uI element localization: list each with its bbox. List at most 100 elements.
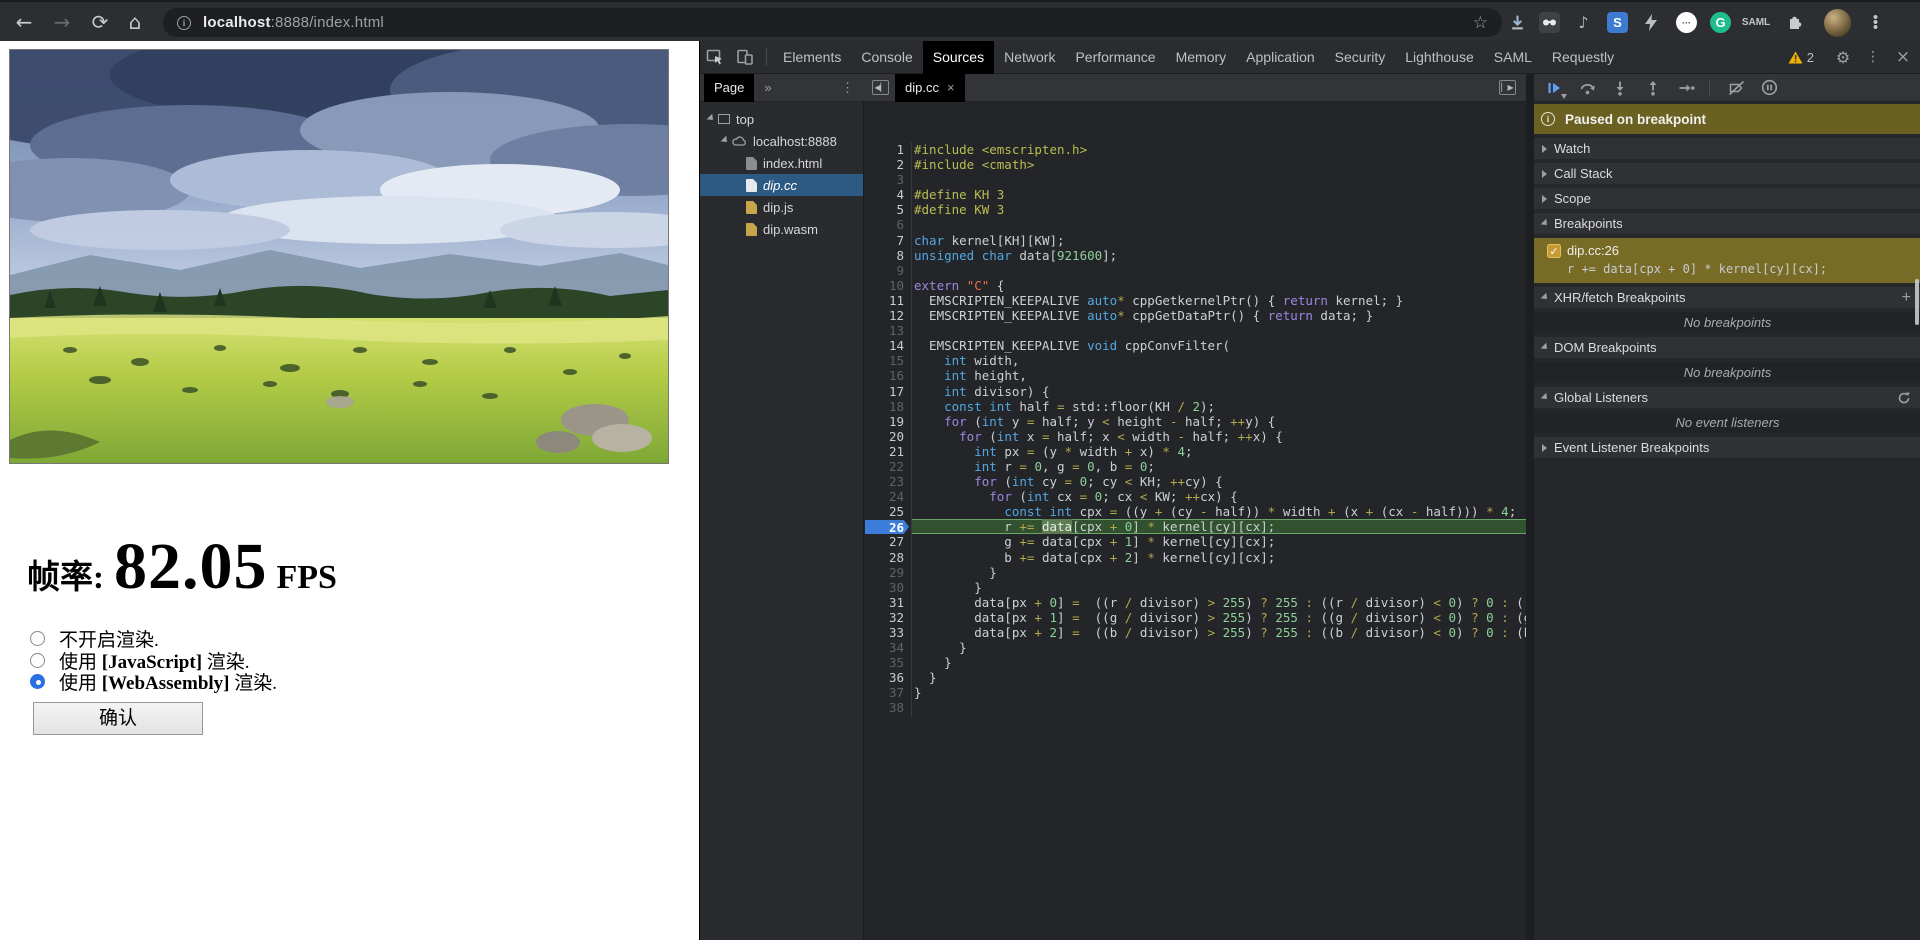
code-line[interactable]: 36 } bbox=[864, 670, 1526, 685]
code-line[interactable]: 27 g += data[cpx + 1] * kernel[cy][cx]; bbox=[864, 534, 1526, 549]
site-info-icon[interactable]: i bbox=[177, 16, 191, 30]
line-number[interactable]: 2 bbox=[864, 157, 912, 172]
profile-avatar[interactable] bbox=[1824, 9, 1851, 36]
grammarly-extension-icon[interactable]: G bbox=[1707, 9, 1734, 36]
line-number[interactable]: 30 bbox=[864, 580, 912, 595]
devtools-tab-sources[interactable]: Sources bbox=[923, 41, 994, 74]
disclosure-triangle[interactable] bbox=[1541, 292, 1550, 301]
line-number[interactable]: 14 bbox=[864, 338, 912, 353]
line-number[interactable]: 13 bbox=[864, 323, 912, 338]
devtools-tab-lighthouse[interactable]: Lighthouse bbox=[1395, 41, 1484, 74]
section-header-dom-breakpoints[interactable]: DOM Breakpoints bbox=[1534, 337, 1920, 358]
code-line[interactable]: 33 data[px + 2] = ((b / divisor) > 255) … bbox=[864, 625, 1526, 640]
disclosure-triangle[interactable] bbox=[1542, 170, 1547, 178]
devtools-tab-saml[interactable]: SAML bbox=[1484, 41, 1542, 74]
line-number[interactable]: 22 bbox=[864, 459, 912, 474]
devtools-tab-requestly[interactable]: Requestly bbox=[1542, 41, 1624, 74]
inspect-element-icon[interactable] bbox=[705, 47, 725, 67]
line-number[interactable]: 36 bbox=[864, 670, 912, 685]
devtools-menu-icon[interactable]: ⋮ bbox=[1863, 47, 1883, 67]
code-line[interactable]: 23 for (int cy = 0; cy < KH; ++cy) { bbox=[864, 474, 1526, 489]
code-line[interactable]: 20 for (int x = half; x < width - half; … bbox=[864, 429, 1526, 444]
devtools-tab-application[interactable]: Application bbox=[1236, 41, 1325, 74]
navigator-item-index-html[interactable]: index.html bbox=[700, 152, 863, 174]
code-line[interactable]: 37} bbox=[864, 685, 1526, 700]
disclosure-triangle[interactable] bbox=[1541, 218, 1550, 227]
code-line[interactable]: 15 int width, bbox=[864, 353, 1526, 368]
chrome-menu-button[interactable]: ••• bbox=[1862, 9, 1889, 36]
code-line[interactable]: 11 EMSCRIPTEN_KEEPALIVE auto* cppGetkern… bbox=[864, 293, 1526, 308]
disclosure-triangle[interactable] bbox=[1542, 444, 1547, 452]
line-number[interactable]: 15 bbox=[864, 353, 912, 368]
line-number[interactable]: 24 bbox=[864, 489, 912, 504]
device-toolbar-icon[interactable] bbox=[735, 47, 755, 67]
disclosure-triangle[interactable] bbox=[1541, 342, 1550, 351]
navigator-item-top[interactable]: top bbox=[700, 108, 863, 130]
render-mode-option-3[interactable]: 使用 [WebAssembly] 渲染. bbox=[30, 668, 277, 695]
devtools-tab-memory[interactable]: Memory bbox=[1166, 41, 1237, 74]
line-number[interactable]: 17 bbox=[864, 384, 912, 399]
editor-tab-dipcc[interactable]: dip.cc × bbox=[895, 74, 965, 102]
forward-button[interactable]: → bbox=[46, 6, 78, 38]
breakpoint-entry[interactable]: ✓dip.cc:26r += data[cpx + 0] * kernel[cy… bbox=[1534, 238, 1920, 283]
line-number[interactable]: 19 bbox=[864, 414, 912, 429]
code-line[interactable]: 25 const int cpx = ((y + (cy - half)) * … bbox=[864, 504, 1526, 519]
disclosure-triangle[interactable] bbox=[1542, 195, 1547, 203]
line-number[interactable]: 7 bbox=[864, 233, 912, 248]
s-extension-icon[interactable]: S bbox=[1604, 9, 1631, 36]
code-line[interactable]: 32 data[px + 1] = ((g / divisor) > 255) … bbox=[864, 610, 1526, 625]
devtools-tab-network[interactable]: Network bbox=[994, 41, 1065, 74]
code-line[interactable]: 8unsigned char data[921600]; bbox=[864, 248, 1526, 263]
step-into-icon[interactable] bbox=[1607, 78, 1633, 98]
tab-close-icon[interactable]: × bbox=[947, 80, 955, 95]
pause-on-exceptions-icon[interactable] bbox=[1756, 78, 1782, 98]
settings-gear-icon[interactable]: ⚙ bbox=[1833, 47, 1853, 67]
devtools-tab-performance[interactable]: Performance bbox=[1065, 41, 1165, 74]
code-line[interactable]: 14 EMSCRIPTEN_KEEPALIVE void cppConvFilt… bbox=[864, 338, 1526, 353]
collapse-navigator-icon[interactable]: ◀▏ bbox=[872, 80, 889, 95]
line-number[interactable]: 32 bbox=[864, 610, 912, 625]
line-number[interactable]: 23 bbox=[864, 474, 912, 489]
line-number[interactable]: 12 bbox=[864, 308, 912, 323]
line-number[interactable]: 21 bbox=[864, 444, 912, 459]
step-out-icon[interactable] bbox=[1640, 78, 1666, 98]
line-number[interactable]: 1 bbox=[864, 142, 912, 157]
expand-sidebar-icon[interactable]: ▏▶ bbox=[1499, 80, 1516, 95]
code-line[interactable]: 16 int height, bbox=[864, 368, 1526, 383]
home-button[interactable]: ⌂ bbox=[119, 6, 151, 38]
code-line[interactable]: 4#define KH 3 bbox=[864, 187, 1526, 202]
code-line[interactable]: 6 bbox=[864, 217, 1526, 232]
navigator-item-dip-wasm[interactable]: dip.wasm bbox=[700, 218, 863, 240]
code-line[interactable]: 35 } bbox=[864, 655, 1526, 670]
code-line[interactable]: 5#define KW 3 bbox=[864, 202, 1526, 217]
line-number[interactable]: 9 bbox=[864, 263, 912, 278]
address-bar[interactable]: i localhost:8888/index.html ☆ bbox=[163, 8, 1502, 37]
radio-button[interactable] bbox=[30, 653, 45, 668]
line-number[interactable]: 35 bbox=[864, 655, 912, 670]
line-number[interactable]: 6 bbox=[864, 217, 912, 232]
code-line[interactable]: 3 bbox=[864, 172, 1526, 187]
devtools-tab-elements[interactable]: Elements bbox=[773, 41, 851, 74]
paren-extension-icon[interactable]: ··· bbox=[1673, 9, 1700, 36]
source-editor[interactable]: 1#include <emscripten.h>2#include <cmath… bbox=[864, 102, 1526, 940]
line-number[interactable]: 31 bbox=[864, 595, 912, 610]
code-line[interactable]: 12 EMSCRIPTEN_KEEPALIVE auto* cppGetData… bbox=[864, 308, 1526, 323]
section-header-breakpoints[interactable]: Breakpoints bbox=[1534, 213, 1920, 234]
line-number[interactable]: 33 bbox=[864, 625, 912, 640]
code-line-current[interactable]: 26 r += data[cpx + 0] * kernel[cy][cx]; bbox=[864, 519, 1526, 534]
code-line[interactable]: 28 b += data[cpx + 2] * kernel[cy][cx]; bbox=[864, 550, 1526, 565]
step-icon[interactable] bbox=[1673, 78, 1699, 98]
code-line[interactable]: 18 const int half = std::floor(KH / 2); bbox=[864, 399, 1526, 414]
refresh-listeners-icon[interactable] bbox=[1897, 391, 1911, 405]
line-number[interactable]: 4 bbox=[864, 187, 912, 202]
line-number[interactable]: 20 bbox=[864, 429, 912, 444]
section-header-scope[interactable]: Scope bbox=[1534, 188, 1920, 209]
line-number[interactable]: 10 bbox=[864, 278, 912, 293]
breakpoint-checkbox[interactable]: ✓ bbox=[1547, 244, 1561, 258]
devtools-close-icon[interactable]: × bbox=[1893, 47, 1913, 67]
media-note-extension-icon[interactable]: ♪ bbox=[1570, 9, 1597, 36]
code-line[interactable]: 10extern "C" { bbox=[864, 278, 1526, 293]
incognito-extension-icon[interactable] bbox=[1536, 9, 1563, 36]
code-line[interactable]: 34 } bbox=[864, 640, 1526, 655]
line-number[interactable]: 26 bbox=[864, 519, 912, 534]
